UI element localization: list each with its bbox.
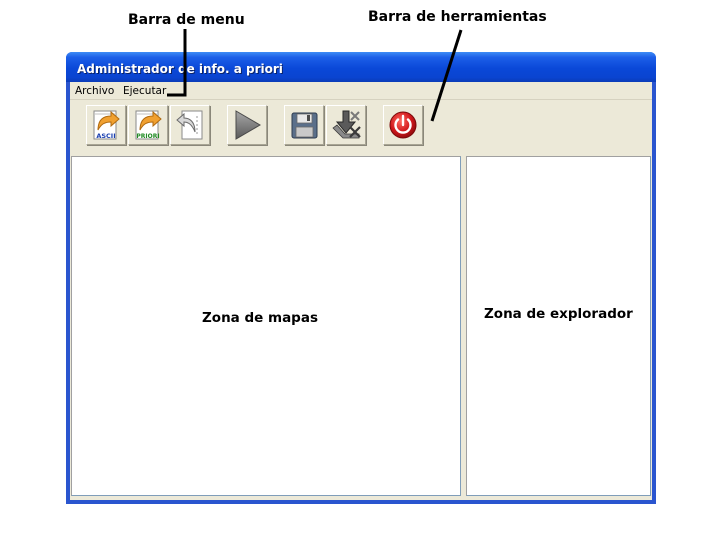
download-delete-icon (332, 110, 361, 139)
import-ascii-button[interactable]: ASCII (86, 105, 126, 145)
menu-bar: Archivo Ejecutar (70, 82, 652, 100)
annotated-screenshot: Barra de menu Barra de herramientas Admi… (0, 0, 722, 556)
menu-bar-callout: Barra de menu (128, 12, 245, 28)
undo-arrow-icon (176, 110, 203, 140)
panels-area: Zona de mapas Zona de explorador (70, 154, 652, 500)
toolbar-callout: Barra de herramientas (368, 9, 547, 25)
title-bar[interactable]: Administrador de info. a priori (66, 52, 656, 82)
app-window: Administrador de info. a priori Archivo … (66, 52, 656, 504)
priori-badge: PRIORI (136, 133, 159, 140)
explorer-zone-label: Zona de explorador (484, 306, 633, 322)
explorer-zone-panel[interactable]: Zona de explorador (466, 156, 651, 496)
play-icon (235, 110, 261, 140)
power-icon (389, 111, 417, 139)
undo-button[interactable] (170, 105, 210, 145)
download-delete-button[interactable] (326, 105, 366, 145)
floppy-save-icon (291, 112, 318, 139)
menu-item-ejecutar[interactable]: Ejecutar (123, 85, 166, 97)
ascii-badge: ASCII (96, 132, 115, 140)
import-priori-button[interactable]: PRIORI (128, 105, 168, 145)
map-zone-panel[interactable]: Zona de mapas (71, 156, 461, 496)
import-priori-icon: PRIORI (135, 110, 162, 140)
save-button[interactable] (284, 105, 324, 145)
window-title: Administrador de info. a priori (77, 62, 283, 76)
window-client-area: Archivo Ejecutar ASCII PRIORI Zona de ma… (70, 82, 652, 500)
menu-item-archivo[interactable]: Archivo (75, 85, 114, 97)
toolbar: ASCII PRIORI (70, 101, 652, 153)
run-button[interactable] (227, 105, 267, 145)
import-ascii-icon: ASCII (93, 110, 120, 140)
map-zone-label: Zona de mapas (202, 310, 318, 326)
exit-button[interactable] (383, 105, 423, 145)
